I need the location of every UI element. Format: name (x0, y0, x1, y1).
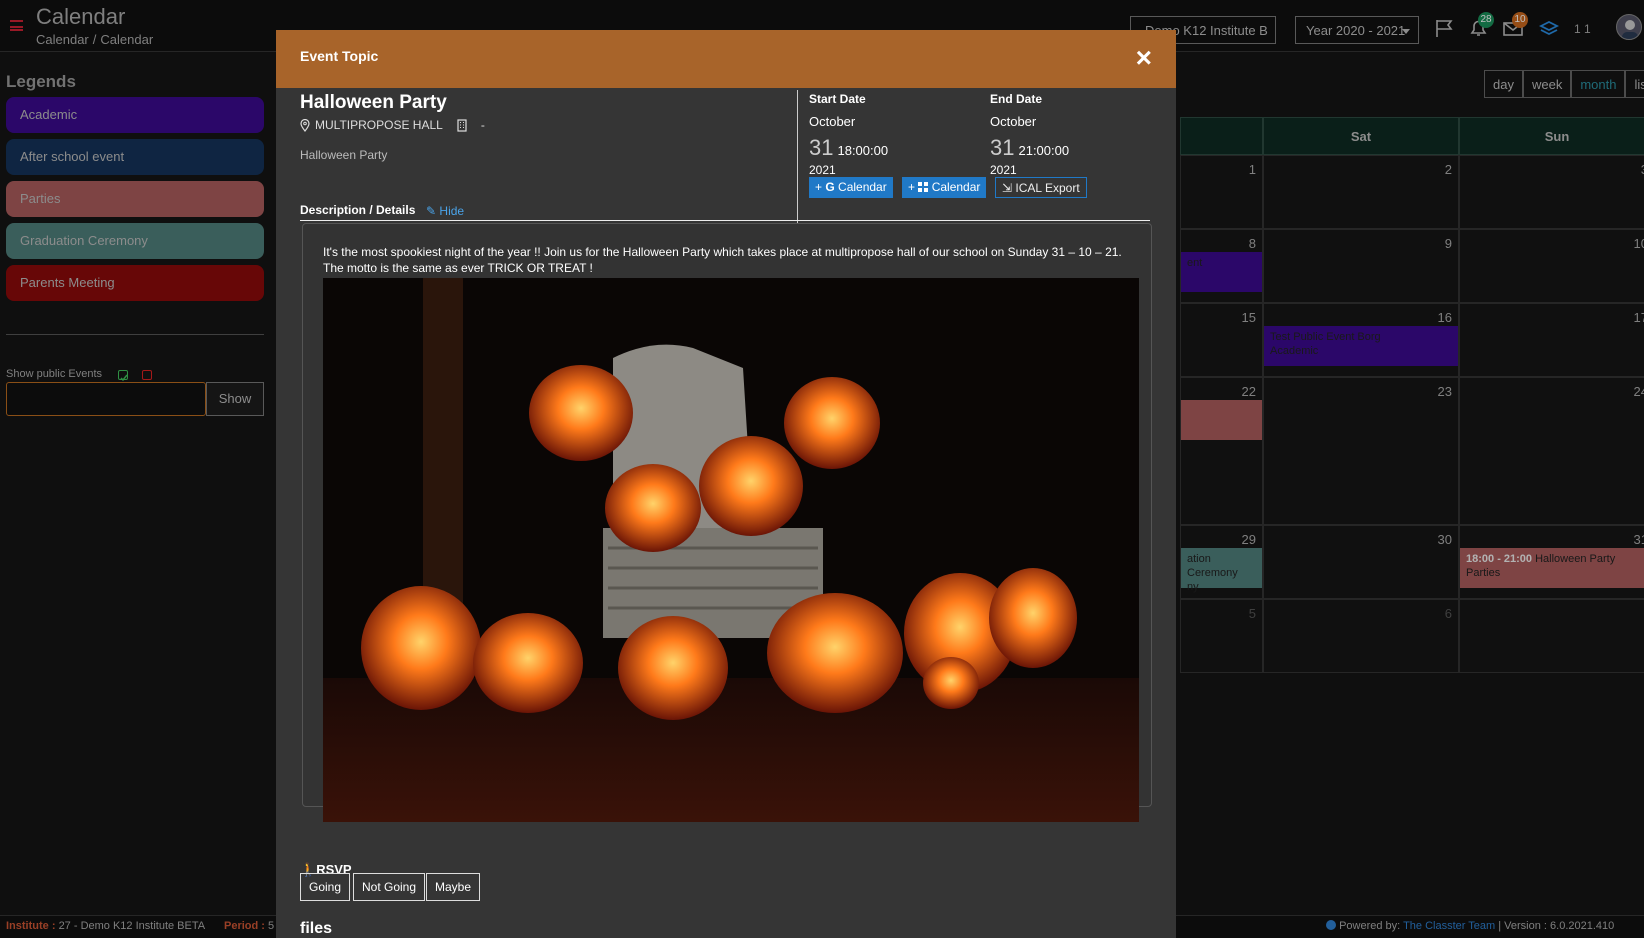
rsvp-going-button[interactable]: Going (300, 873, 351, 901)
map-pin-icon (300, 118, 310, 132)
divider (797, 90, 798, 228)
event-title: Halloween Party (300, 92, 447, 113)
divider (300, 220, 1150, 221)
rsvp-not-going-button[interactable]: Not Going (353, 873, 426, 901)
close-icon[interactable]: × (1136, 44, 1152, 72)
start-year: 2021 (809, 163, 836, 177)
description-text: It's the most spookiest night of the yea… (323, 245, 1122, 275)
modal-header: Event Topic × (276, 30, 1176, 88)
end-date-label: End Date (990, 92, 1043, 106)
add-google-calendar-button[interactable]: + G Calendar (809, 177, 893, 198)
event-modal: Event Topic × Halloween Party MULTIPROPO… (276, 30, 1176, 938)
building-icon (457, 118, 467, 132)
description-box: It's the most spookiest night of the yea… (302, 223, 1152, 822)
windows-icon (918, 182, 929, 192)
start-date: Start Date October 31 18:00:00 2021 (809, 92, 888, 177)
start-day: 31 (809, 135, 834, 160)
ical-export-button[interactable]: ⇲ ICAL Export (995, 177, 1087, 198)
start-time: 18:00:00 (837, 143, 889, 158)
end-date: End Date October 31 21:00:00 2021 (990, 92, 1069, 177)
export-icon: ⇲ (1002, 181, 1013, 195)
end-time: 21:00:00 (1018, 143, 1070, 158)
description-label: Description / Details (300, 203, 416, 217)
end-year: 2021 (990, 163, 1017, 177)
start-month: October (809, 114, 856, 129)
end-month: October (990, 114, 1037, 129)
room-text: - (480, 118, 485, 132)
modal-title: Event Topic (300, 48, 379, 64)
start-date-label: Start Date (809, 92, 866, 106)
location-text: MULTIPROPOSE HALL (315, 118, 443, 132)
end-day: 31 (990, 135, 1015, 160)
event-photo (323, 278, 1139, 822)
event-location: MULTIPROPOSE HALL - (300, 118, 485, 132)
hide-toggle[interactable]: ✎ Hide (426, 204, 464, 218)
google-icon: G (825, 180, 835, 194)
files-label: files (300, 920, 333, 937)
pin-icon: ✎ (426, 204, 437, 218)
rsvp-maybe-button[interactable]: Maybe (426, 873, 481, 901)
event-subtitle: Halloween Party (300, 148, 388, 162)
add-outlook-calendar-button[interactable]: + Calendar (902, 177, 987, 198)
